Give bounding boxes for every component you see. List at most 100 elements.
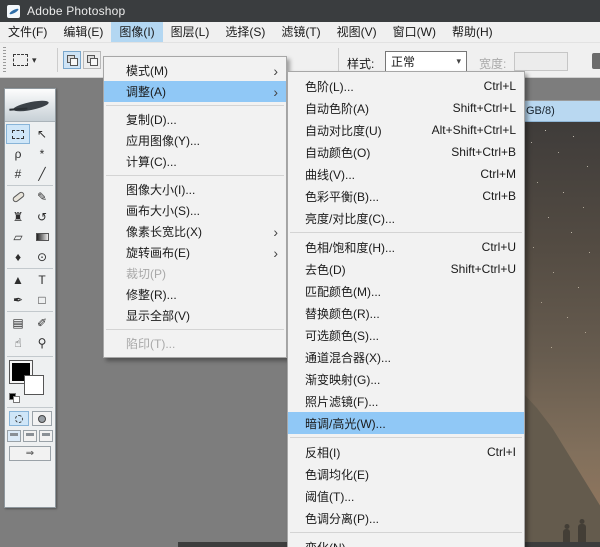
gradient-tool[interactable]	[30, 227, 54, 247]
menu-item-calculations[interactable]: 计算(C)...	[104, 151, 286, 172]
menu-view[interactable]: 视图(V)	[329, 22, 385, 42]
clone-stamp-tool[interactable]: ♜	[6, 207, 30, 227]
fullscreen-mode-button[interactable]	[39, 430, 53, 442]
menu-item-label: 色调分离(P)...	[305, 511, 379, 526]
background-color-swatch[interactable]	[24, 375, 44, 395]
shape-tool[interactable]: □	[30, 290, 54, 310]
blur-tool[interactable]: ♦	[6, 247, 30, 267]
fullscreen-menubar-mode-button[interactable]	[23, 430, 37, 442]
menu-item-replace-color[interactable]: 替换颜色(R)...	[288, 302, 524, 324]
standard-mode-button[interactable]	[8, 411, 29, 426]
eraser-tool[interactable]: ▱	[6, 227, 30, 247]
menu-item-label: 旋转画布(E)	[126, 246, 190, 260]
options-grip-handle[interactable]	[3, 47, 6, 73]
menu-image[interactable]: 图像(I)	[111, 22, 163, 42]
width-input[interactable]	[514, 52, 568, 71]
menu-window[interactable]: 窗口(W)	[385, 22, 444, 42]
menu-item-reveal-all[interactable]: 显示全部(V)	[104, 305, 286, 326]
toolbox-palette: ↖ ρ * # ╱ ✎ ♜ ↺ ▱ ♦ ⊙ ▲ T ✒ □ ▤ ✐ ☝ ⚲ ⇒	[4, 88, 56, 508]
menu-item-label: 阈值(T)...	[305, 489, 355, 504]
menu-item-label: 曲线(V)...	[305, 167, 355, 182]
submenu-arrow-icon: ›	[273, 223, 278, 240]
menu-item-threshold[interactable]: 阈值(T)...	[288, 485, 524, 507]
menu-item-apply-image[interactable]: 应用图像(Y)...	[104, 130, 286, 151]
slice-tool[interactable]: ╱	[30, 164, 54, 184]
menu-item-duplicate[interactable]: 复制(D)...	[104, 109, 286, 130]
move-tool[interactable]: ↖	[30, 124, 54, 144]
document-title-bar[interactable]: GB/8)	[523, 101, 600, 122]
menu-layer[interactable]: 图层(L)	[163, 22, 218, 42]
menu-item-curves[interactable]: 曲线(V)... Ctrl+M	[288, 163, 524, 185]
toolbox-header[interactable]	[5, 89, 55, 122]
menu-item-image-size[interactable]: 图像大小(I)...	[104, 179, 286, 200]
menu-shortcut: Ctrl+M	[480, 167, 516, 181]
menu-item-selective-color[interactable]: 可选颜色(S)...	[288, 324, 524, 346]
chevron-down-icon: ▾	[456, 56, 461, 66]
menu-item-photo-filter[interactable]: 照片滤镜(F)...	[288, 390, 524, 412]
crop-tool[interactable]: #	[6, 164, 30, 184]
quick-mask-mode-button[interactable]	[31, 411, 52, 426]
eyedropper-tool[interactable]: ✐	[30, 313, 54, 333]
dodge-tool[interactable]: ⊙	[30, 247, 54, 267]
hand-tool[interactable]: ☝	[6, 333, 30, 353]
menu-item-label: 替换颜色(R)...	[305, 306, 380, 321]
standard-screen-mode-button[interactable]	[7, 430, 21, 442]
document-canvas[interactable]	[523, 122, 600, 547]
menu-item-levels[interactable]: 色阶(L)... Ctrl+L	[288, 75, 524, 97]
menu-item-mode[interactable]: 模式(M) ›	[104, 60, 286, 81]
healing-brush-tool[interactable]	[6, 187, 30, 207]
menu-filter[interactable]: 滤镜(T)	[273, 22, 328, 42]
menu-item-invert[interactable]: 反相(I) Ctrl+I	[288, 441, 524, 463]
menu-item-channel-mixer[interactable]: 通道混合器(X)...	[288, 346, 524, 368]
style-dropdown[interactable]: 正常 ▾	[385, 51, 467, 72]
jump-to-imageready-button[interactable]: ⇒	[9, 446, 51, 461]
menu-item-trim[interactable]: 修整(R)...	[104, 284, 286, 305]
menu-item-label: 自动对比度(U)	[305, 123, 382, 138]
magic-wand-tool[interactable]: *	[30, 144, 54, 164]
tool-group-separator	[7, 311, 53, 312]
menu-item-label: 模式(M)	[126, 64, 168, 78]
menu-help[interactable]: 帮助(H)	[444, 22, 501, 42]
menu-item-auto-contrast[interactable]: 自动对比度(U) Alt+Shift+Ctrl+L	[288, 119, 524, 141]
menu-item-adjustments[interactable]: 调整(A) ›	[104, 81, 286, 102]
menu-item-auto-levels[interactable]: 自动色阶(A) Shift+Ctrl+L	[288, 97, 524, 119]
menu-item-rotate-canvas[interactable]: 旋转画布(E) ›	[104, 242, 286, 263]
menu-item-auto-color[interactable]: 自动颜色(O) Shift+Ctrl+B	[288, 141, 524, 163]
menu-file[interactable]: 文件(F)	[0, 22, 55, 42]
default-colors-icon[interactable]	[9, 393, 21, 403]
tool-preset-picker[interactable]: ▾	[13, 50, 49, 70]
menu-item-pixel-aspect-ratio[interactable]: 像素长宽比(X) ›	[104, 221, 286, 242]
gradient-icon	[35, 233, 49, 241]
menu-item-gradient-map[interactable]: 渐变映射(G)...	[288, 368, 524, 390]
menu-edit[interactable]: 编辑(E)	[55, 22, 111, 42]
path-selection-tool[interactable]: ▲	[6, 270, 30, 290]
menu-item-label: 复制(D)...	[126, 113, 177, 127]
menu-item-equalize[interactable]: 色调均化(E)	[288, 463, 524, 485]
title-bar: Adobe Photoshop	[0, 0, 600, 22]
history-brush-tool[interactable]: ↺	[30, 207, 54, 227]
menu-item-posterize[interactable]: 色调分离(P)...	[288, 507, 524, 529]
pen-tool[interactable]: ✒	[6, 290, 30, 310]
type-tool[interactable]: T	[30, 270, 54, 290]
menu-separator	[290, 437, 522, 438]
menu-shortcut: Shift+Ctrl+L	[452, 101, 516, 115]
new-selection-button[interactable]	[63, 51, 81, 69]
menu-item-shadow-highlight[interactable]: 暗调/高光(W)...	[288, 412, 524, 434]
menu-item-match-color[interactable]: 匹配颜色(M)...	[288, 280, 524, 302]
menu-item-label: 反相(I)	[305, 445, 341, 460]
menu-item-brightness-contrast[interactable]: 亮度/对比度(C)...	[288, 207, 524, 229]
brush-tool[interactable]: ✎	[30, 187, 54, 207]
menu-item-color-balance[interactable]: 色彩平衡(B)... Ctrl+B	[288, 185, 524, 207]
menu-item-desaturate[interactable]: 去色(D) Shift+Ctrl+U	[288, 258, 524, 280]
add-selection-button[interactable]	[83, 51, 101, 69]
menu-select[interactable]: 选择(S)	[217, 22, 273, 42]
menu-item-canvas-size[interactable]: 画布大小(S)...	[104, 200, 286, 221]
menu-item-variations[interactable]: 变化(N)...	[288, 536, 524, 547]
adjustments-submenu: 色阶(L)... Ctrl+L 自动色阶(A) Shift+Ctrl+L 自动对比度…	[287, 71, 525, 547]
menu-item-label: 去色(D)	[305, 262, 346, 277]
notes-tool[interactable]: ▤	[6, 313, 30, 333]
menu-item-hue-saturation[interactable]: 色相/饱和度(H)... Ctrl+U	[288, 236, 524, 258]
rectangular-marquee-tool[interactable]	[6, 124, 30, 144]
lasso-tool[interactable]: ρ	[6, 144, 30, 164]
zoom-tool[interactable]: ⚲	[30, 333, 54, 353]
